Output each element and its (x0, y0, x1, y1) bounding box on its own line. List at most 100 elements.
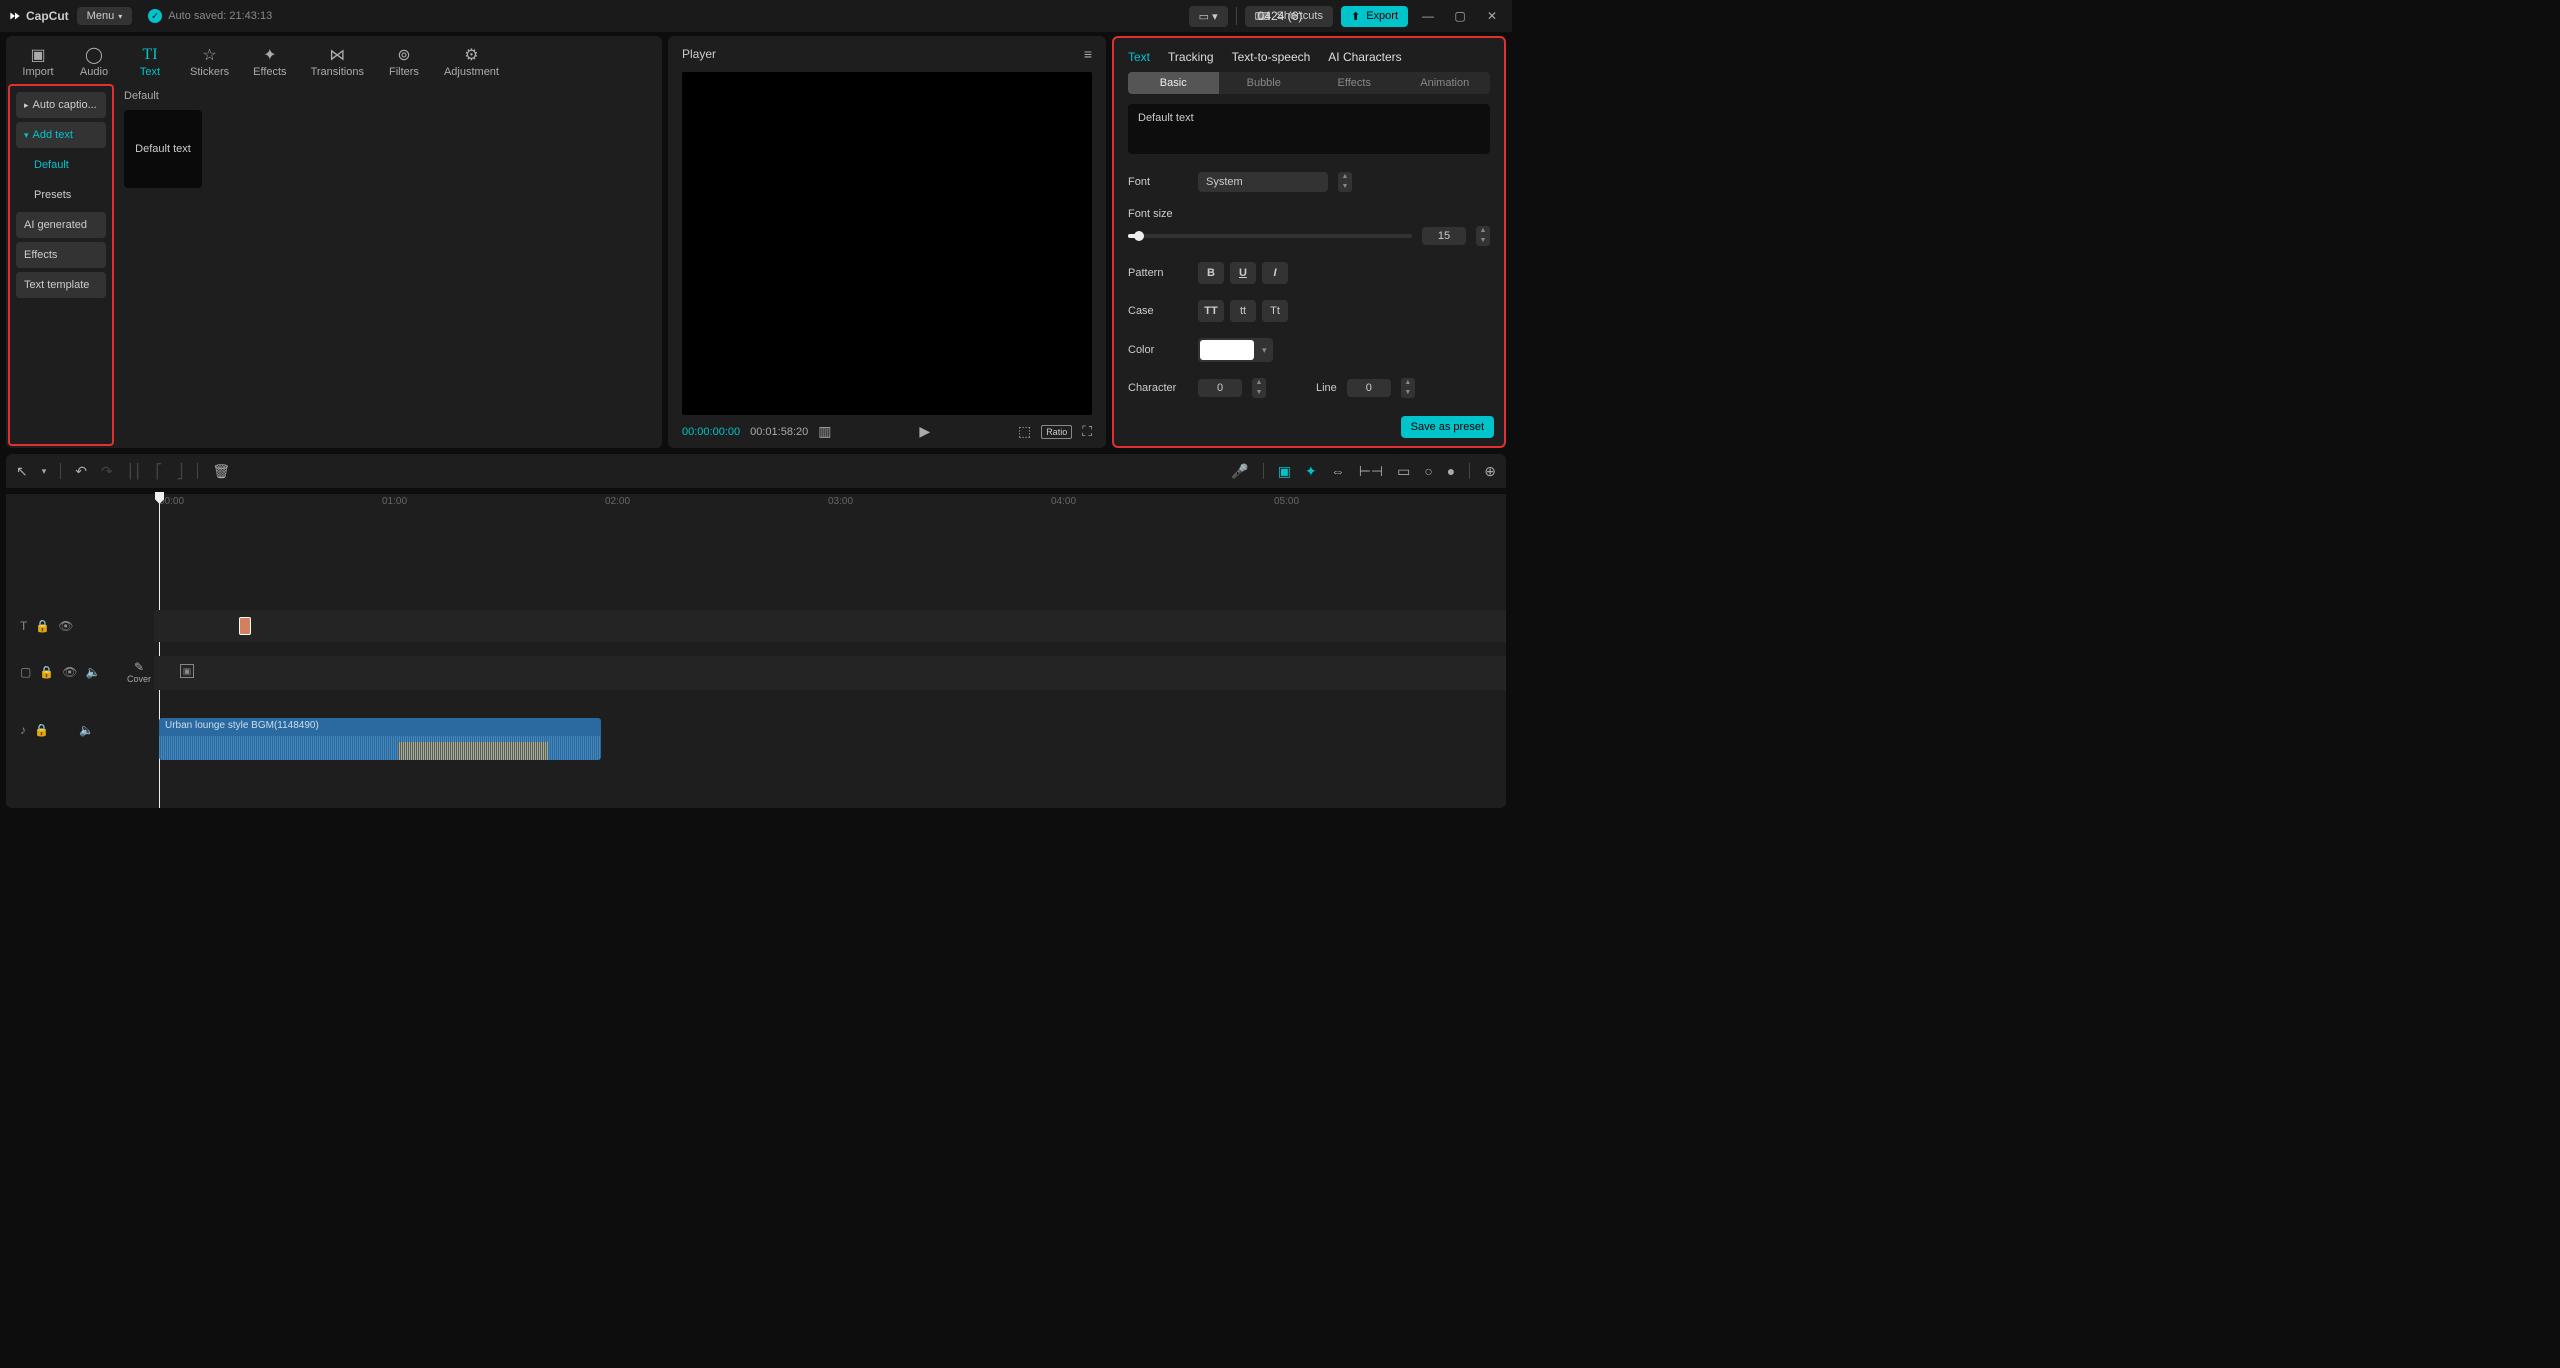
default-text-thumb[interactable]: Default text (124, 110, 202, 188)
player-title: Player (682, 47, 716, 61)
preview-button[interactable]: ▭ (1397, 463, 1410, 480)
audio-track-lock[interactable]: 🔒 (34, 723, 49, 737)
font-size-slider[interactable] (1128, 234, 1412, 238)
minimize-button[interactable]: — (1416, 9, 1440, 23)
sidebar-add-text[interactable]: ▾Add text (16, 122, 106, 148)
text-content-input[interactable]: Default text (1128, 104, 1490, 154)
uppercase-button[interactable]: TT (1198, 300, 1224, 322)
ratio-button[interactable]: Ratio (1041, 425, 1072, 439)
insp-tab-tts[interactable]: Text-to-speech (1232, 50, 1311, 64)
close-button[interactable]: ✕ (1480, 9, 1504, 23)
video-track-head: ▢ 🔒 👁 🔈 ✎ Cover (6, 656, 154, 688)
tab-import[interactable]: ▣Import (14, 42, 62, 82)
sidebar-presets[interactable]: Presets (16, 182, 106, 208)
link-button[interactable]: ⇔ (1331, 463, 1345, 479)
fullscreen-icon[interactable]: ⛶ (1082, 423, 1092, 440)
subtab-effects[interactable]: Effects (1309, 72, 1400, 94)
titlecase-button[interactable]: Tt (1262, 300, 1288, 322)
current-time: 00:00:00:00 (682, 426, 740, 438)
redo-button[interactable]: ↷ (101, 463, 113, 480)
tab-adjustment[interactable]: ⚙Adjustment (436, 42, 507, 82)
timeline: T 🔒 👁 ▢ 🔒 👁 🔈 ✎ Cover ♪ 🔒 🔈 00:00 01: (6, 494, 1506, 808)
audio-track-mute[interactable]: 🔈 (79, 723, 94, 737)
video-placeholder-clip[interactable]: ▣ (180, 664, 194, 678)
video-track-lane[interactable]: ▣ (154, 656, 1506, 690)
tab-audio[interactable]: ◯Audio (70, 42, 118, 82)
timeline-toolbar: ↖ ▾ ↶ ↷ ⎮⎮ ⎡ ⎦ 🗑 🎤 ▣ ✦ ⇔ ⊢⊣ ▭ ○ ● ⊕ (6, 454, 1506, 488)
font-size-stepper[interactable]: ▲▼ (1476, 226, 1490, 246)
snap-button[interactable]: ⊢⊣ (1359, 463, 1383, 480)
font-size-label: Font size (1128, 208, 1188, 220)
lowercase-button[interactable]: tt (1230, 300, 1256, 322)
zoom-in-button[interactable]: ● (1447, 463, 1455, 479)
save-preset-button[interactable]: Save as preset (1401, 416, 1494, 438)
tab-transitions[interactable]: ⋈Transitions (303, 42, 372, 82)
italic-button[interactable]: I (1262, 262, 1288, 284)
timeline-ruler[interactable]: 00:00 01:00 02:00 03:00 04:00 05:00 (154, 494, 1506, 514)
trim-right-button[interactable]: ⎦ (176, 463, 183, 480)
maximize-button[interactable]: ▢ (1448, 9, 1472, 23)
compare-icon[interactable]: ▥ (818, 423, 831, 440)
text-track-lock[interactable]: 🔒 (35, 619, 50, 633)
font-stepper[interactable]: ▲▼ (1338, 172, 1352, 192)
select-tool[interactable]: ↖ (16, 463, 28, 480)
play-button[interactable]: ▶ (919, 423, 930, 440)
insp-tab-tracking[interactable]: Tracking (1168, 50, 1214, 64)
video-track-icon: ▢ (20, 665, 31, 679)
line-stepper[interactable]: ▲▼ (1401, 378, 1415, 398)
underline-button[interactable]: U (1230, 262, 1256, 284)
tab-effects[interactable]: ✦Effects (245, 42, 294, 82)
zoom-slider-icon[interactable]: ⊕ (1484, 463, 1496, 480)
audio-clip[interactable]: Urban lounge style BGM(1148490) (159, 718, 601, 760)
bold-button[interactable]: B (1198, 262, 1224, 284)
select-tool-chevron[interactable]: ▾ (42, 466, 47, 477)
menu-button[interactable]: Menu▾ (77, 7, 133, 25)
audio-track-lane[interactable]: Urban lounge style BGM(1148490) (154, 716, 1506, 762)
font-select[interactable]: System (1198, 172, 1328, 192)
sidebar-ai-generated[interactable]: AI generated (16, 212, 106, 238)
split-button[interactable]: ⎮⎮ (127, 463, 142, 480)
tab-stickers[interactable]: ☆Stickers (182, 42, 237, 82)
duration-time: 00:01:58:20 (750, 426, 808, 438)
video-track-eye[interactable]: 👁 (62, 665, 77, 679)
subtab-bubble[interactable]: Bubble (1219, 72, 1310, 94)
sidebar-effects[interactable]: Effects (16, 242, 106, 268)
character-stepper[interactable]: ▲▼ (1252, 378, 1266, 398)
subtab-animation[interactable]: Animation (1400, 72, 1491, 94)
text-track-lane[interactable] (154, 610, 1506, 642)
tab-filters[interactable]: ⊚Filters (380, 42, 428, 82)
magnet-aux-button[interactable]: ✦ (1305, 463, 1317, 480)
zoom-out-button[interactable]: ○ (1424, 463, 1432, 479)
font-size-input[interactable]: 15 (1422, 227, 1466, 245)
video-track-mute[interactable]: 🔈 (86, 665, 101, 679)
sidebar-text-template[interactable]: Text template (16, 272, 106, 298)
line-spacing-input[interactable]: 0 (1347, 379, 1391, 397)
video-track-lock[interactable]: 🔒 (39, 665, 54, 679)
insp-tab-ai-characters[interactable]: AI Characters (1328, 50, 1401, 64)
trim-left-button[interactable]: ⎡ (155, 463, 162, 480)
text-clip[interactable] (239, 617, 251, 635)
cover-button[interactable]: ✎ Cover (124, 660, 154, 684)
player-viewport[interactable] (682, 72, 1092, 415)
font-label: Font (1128, 176, 1188, 188)
sidebar-auto-captions[interactable]: ▸Auto captio... (16, 92, 106, 118)
color-picker[interactable]: ▾ (1198, 338, 1273, 362)
quality-icon[interactable]: ⬚ (1018, 423, 1031, 440)
player-panel: Player ≡ 00:00:00:00 00:01:58:20 ▥ ▶ ⬚ R… (668, 36, 1106, 448)
inspector-panel: Text Tracking Text-to-speech AI Characte… (1112, 36, 1506, 448)
text-sidebar: ▸Auto captio... ▾Add text Default Preset… (8, 84, 114, 446)
undo-button[interactable]: ↶ (75, 463, 87, 480)
layout-button[interactable]: ▭ ▾ (1189, 6, 1228, 27)
text-track-eye[interactable]: 👁 (58, 619, 73, 633)
color-label: Color (1128, 344, 1188, 356)
tab-text[interactable]: TIText (126, 42, 174, 82)
sidebar-default[interactable]: Default (16, 152, 106, 178)
delete-button[interactable]: 🗑 (212, 463, 230, 480)
subtab-basic[interactable]: Basic (1128, 72, 1219, 94)
magnet-main-button[interactable]: ▣ (1278, 463, 1291, 480)
insp-tab-text[interactable]: Text (1128, 50, 1150, 64)
export-button[interactable]: ⬆ Export (1341, 6, 1408, 27)
player-menu-icon[interactable]: ≡ (1084, 46, 1092, 62)
mic-button[interactable]: 🎤 (1231, 463, 1248, 480)
character-spacing-input[interactable]: 0 (1198, 379, 1242, 397)
